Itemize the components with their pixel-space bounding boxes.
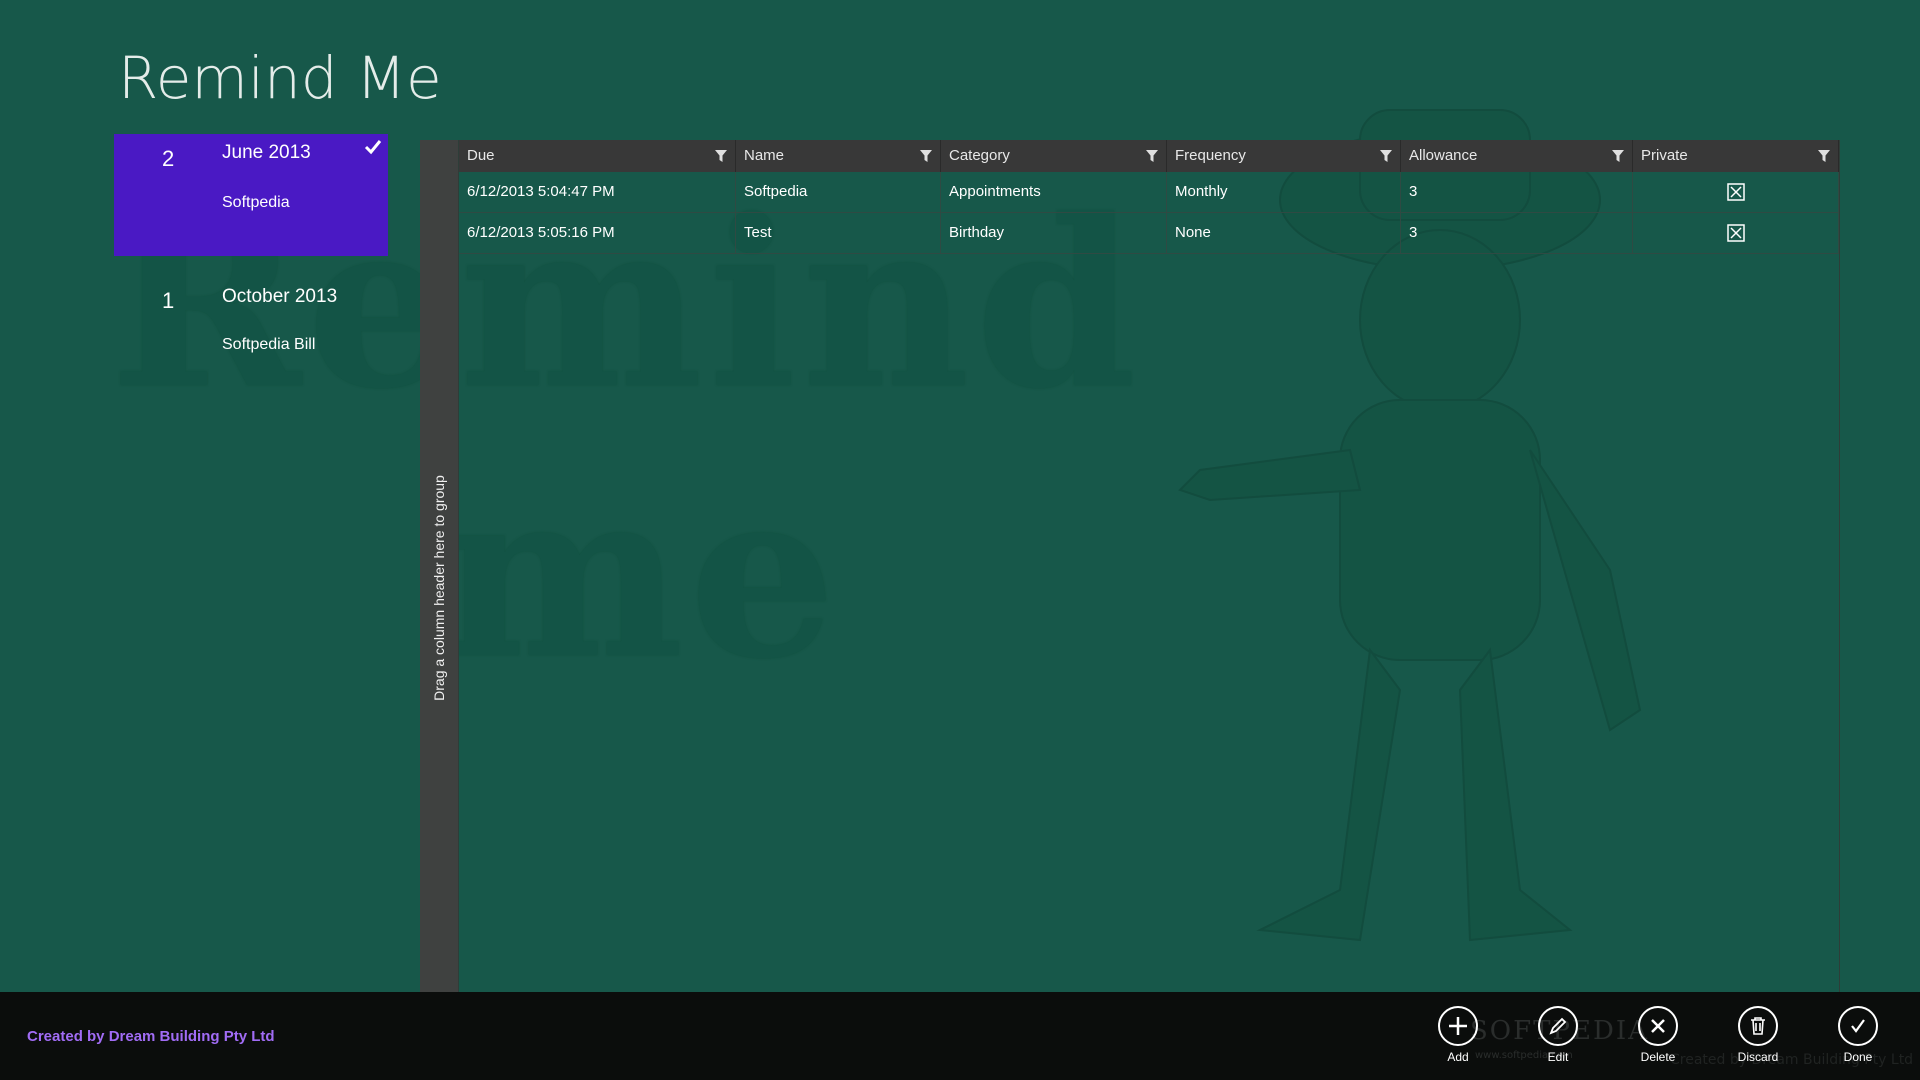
check-icon [1838, 1006, 1878, 1046]
column-header-frequency[interactable]: Frequency [1167, 140, 1401, 172]
plus-icon [1438, 1006, 1478, 1046]
group-by-hint: Drag a column header here to group [431, 475, 447, 701]
x-icon [1638, 1006, 1678, 1046]
reminders-grid: Due Name Category Frequency Allowance Pr… [458, 140, 1840, 992]
discard-button-label: Discard [1737, 1050, 1779, 1064]
checkbox-x-icon[interactable] [1726, 183, 1745, 201]
cell-due[interactable]: 6/12/2013 5:04:47 PM [459, 172, 736, 212]
cell-allowance[interactable]: 3 [1401, 172, 1633, 212]
app-bar: Created by Dream Building Pty Ltd SOFTPE… [0, 992, 1920, 1080]
app-title: Remind Me [118, 44, 442, 112]
cell-category[interactable]: Appointments [941, 172, 1167, 212]
column-header-private[interactable]: Private [1633, 140, 1839, 172]
done-button[interactable]: Done [1818, 1006, 1898, 1064]
grid-header: Due Name Category Frequency Allowance Pr… [459, 140, 1839, 172]
column-header-due[interactable]: Due [459, 140, 736, 172]
column-header-label: Frequency [1175, 147, 1246, 164]
cell-name[interactable]: Softpedia [736, 172, 941, 212]
cell-allowance[interactable]: 3 [1401, 213, 1633, 253]
group-count: 2 [162, 146, 175, 171]
column-header-label: Private [1641, 147, 1688, 164]
filter-icon[interactable] [1612, 150, 1624, 162]
column-header-label: Due [467, 147, 495, 164]
group-item-title: Softpedia [222, 194, 290, 211]
column-header-label: Category [949, 147, 1010, 164]
group-list: 2 June 2013 Softpedia 1 October 2013 Sof… [114, 134, 388, 398]
table-row[interactable]: 6/12/2013 5:04:47 PM Softpedia Appointme… [459, 172, 1839, 213]
add-button[interactable]: Add [1418, 1006, 1498, 1064]
column-header-category[interactable]: Category [941, 140, 1167, 172]
check-icon [364, 140, 382, 155]
trash-icon [1738, 1006, 1778, 1046]
cell-private[interactable] [1633, 172, 1839, 212]
group-month: June 2013 [222, 142, 311, 163]
cell-name[interactable]: Test [736, 213, 941, 253]
group-by-panel[interactable]: Drag a column header here to group [420, 140, 458, 1040]
credit-text: Created by Dream Building Pty Ltd [27, 1028, 275, 1045]
group-count: 1 [162, 288, 175, 313]
edit-button-label: Edit [1547, 1050, 1569, 1064]
table-row[interactable]: 6/12/2013 5:05:16 PM Test Birthday None … [459, 213, 1839, 254]
delete-button-label: Delete [1640, 1050, 1676, 1064]
group-item-june-2013[interactable]: 2 June 2013 Softpedia [114, 134, 388, 256]
group-item-october-2013[interactable]: 1 October 2013 Softpedia Bill [114, 266, 388, 388]
delete-button[interactable]: Delete [1618, 1006, 1698, 1064]
filter-icon[interactable] [920, 150, 932, 162]
cell-frequency[interactable]: None [1167, 213, 1401, 253]
group-item-title: Softpedia Bill [222, 336, 316, 353]
checkbox-x-icon[interactable] [1726, 224, 1745, 242]
group-month: October 2013 [222, 286, 338, 307]
filter-icon[interactable] [1380, 150, 1392, 162]
column-header-label: Allowance [1409, 147, 1478, 164]
pencil-icon [1538, 1006, 1578, 1046]
cell-due[interactable]: 6/12/2013 5:05:16 PM [459, 213, 736, 253]
filter-icon[interactable] [1146, 150, 1158, 162]
discard-button[interactable]: Discard [1718, 1006, 1798, 1064]
column-header-allowance[interactable]: Allowance [1401, 140, 1633, 172]
cell-private[interactable] [1633, 213, 1839, 253]
column-header-label: Name [744, 147, 785, 164]
filter-icon[interactable] [1818, 150, 1830, 162]
done-button-label: Done [1843, 1050, 1873, 1064]
cell-category[interactable]: Birthday [941, 213, 1167, 253]
cell-frequency[interactable]: Monthly [1167, 172, 1401, 212]
filter-icon[interactable] [715, 150, 727, 162]
column-header-name[interactable]: Name [736, 140, 941, 172]
edit-button[interactable]: Edit [1518, 1006, 1598, 1064]
add-button-label: Add [1447, 1050, 1469, 1064]
